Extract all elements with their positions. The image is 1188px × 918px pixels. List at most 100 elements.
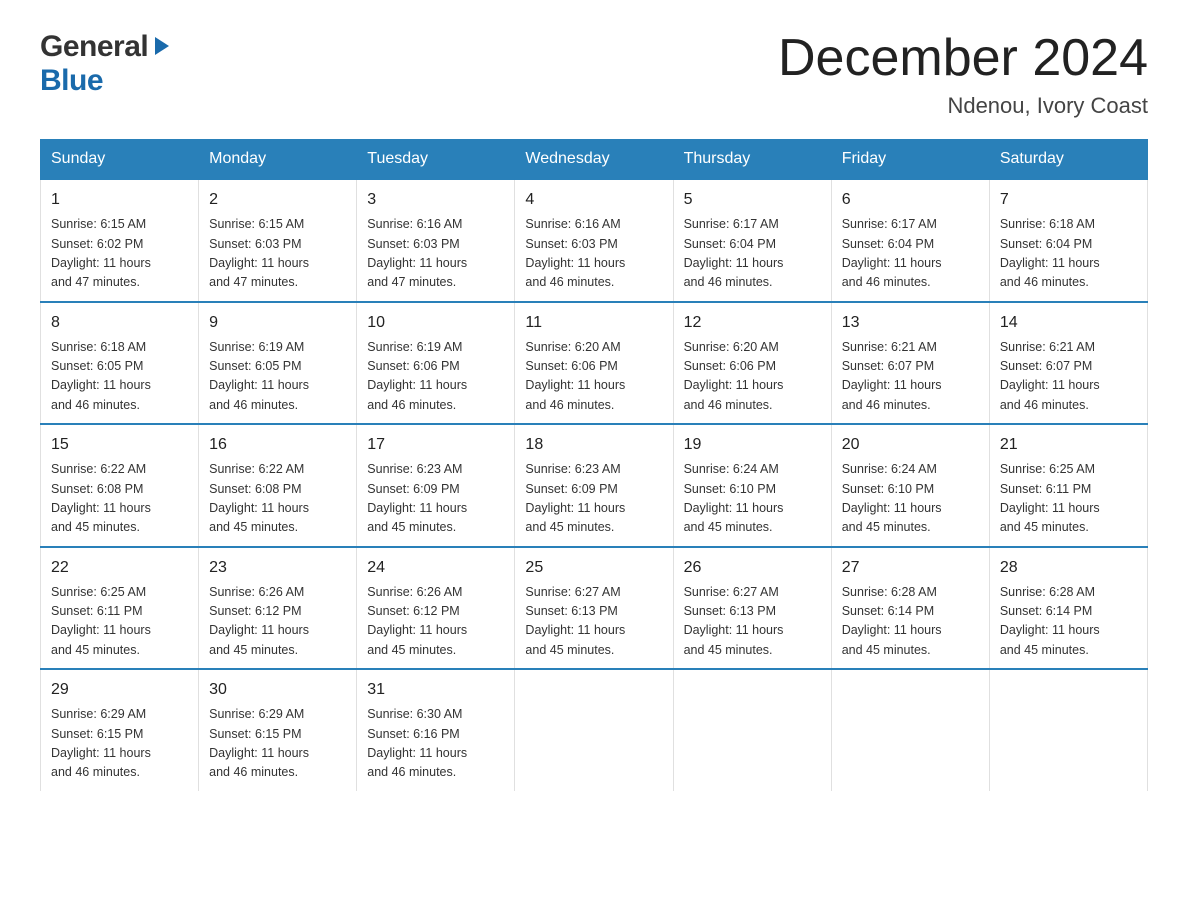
calendar-cell: 24 Sunrise: 6:26 AMSunset: 6:12 PMDayligh… — [357, 547, 515, 670]
day-number: 2 — [209, 188, 346, 212]
calendar-cell — [515, 669, 673, 791]
page-header: General Blue December 2024 Ndenou, Ivory… — [40, 30, 1148, 119]
calendar-cell: 16 Sunrise: 6:22 AMSunset: 6:08 PMDayligh… — [199, 424, 357, 547]
day-info: Sunrise: 6:19 AMSunset: 6:05 PMDaylight:… — [209, 338, 346, 416]
calendar-cell: 6 Sunrise: 6:17 AMSunset: 6:04 PMDaylight… — [831, 179, 989, 302]
calendar-cell: 31 Sunrise: 6:30 AMSunset: 6:16 PMDayligh… — [357, 669, 515, 791]
day-info: Sunrise: 6:27 AMSunset: 6:13 PMDaylight:… — [684, 583, 821, 661]
day-info: Sunrise: 6:15 AMSunset: 6:02 PMDaylight:… — [51, 215, 188, 293]
day-number: 18 — [525, 433, 662, 457]
day-info: Sunrise: 6:16 AMSunset: 6:03 PMDaylight:… — [525, 215, 662, 293]
day-number: 8 — [51, 311, 188, 335]
day-info: Sunrise: 6:29 AMSunset: 6:15 PMDaylight:… — [209, 705, 346, 783]
calendar-cell: 1 Sunrise: 6:15 AMSunset: 6:02 PMDaylight… — [41, 179, 199, 302]
day-number: 23 — [209, 556, 346, 580]
day-info: Sunrise: 6:22 AMSunset: 6:08 PMDaylight:… — [209, 460, 346, 538]
col-header-sunday: Sunday — [41, 140, 199, 180]
calendar-cell: 11 Sunrise: 6:20 AMSunset: 6:06 PMDayligh… — [515, 302, 673, 425]
col-header-wednesday: Wednesday — [515, 140, 673, 180]
day-number: 1 — [51, 188, 188, 212]
day-info: Sunrise: 6:28 AMSunset: 6:14 PMDaylight:… — [1000, 583, 1137, 661]
day-number: 9 — [209, 311, 346, 335]
day-number: 25 — [525, 556, 662, 580]
col-header-saturday: Saturday — [989, 140, 1147, 180]
col-header-friday: Friday — [831, 140, 989, 180]
day-info: Sunrise: 6:27 AMSunset: 6:13 PMDaylight:… — [525, 583, 662, 661]
day-number: 31 — [367, 678, 504, 702]
calendar-cell: 12 Sunrise: 6:20 AMSunset: 6:06 PMDayligh… — [673, 302, 831, 425]
day-number: 28 — [1000, 556, 1137, 580]
day-info: Sunrise: 6:25 AMSunset: 6:11 PMDaylight:… — [51, 583, 188, 661]
day-number: 16 — [209, 433, 346, 457]
calendar-cell: 18 Sunrise: 6:23 AMSunset: 6:09 PMDayligh… — [515, 424, 673, 547]
day-info: Sunrise: 6:20 AMSunset: 6:06 PMDaylight:… — [684, 338, 821, 416]
day-number: 10 — [367, 311, 504, 335]
day-number: 14 — [1000, 311, 1137, 335]
day-info: Sunrise: 6:30 AMSunset: 6:16 PMDaylight:… — [367, 705, 504, 783]
day-info: Sunrise: 6:18 AMSunset: 6:05 PMDaylight:… — [51, 338, 188, 416]
day-info: Sunrise: 6:21 AMSunset: 6:07 PMDaylight:… — [1000, 338, 1137, 416]
calendar-cell: 25 Sunrise: 6:27 AMSunset: 6:13 PMDayligh… — [515, 547, 673, 670]
day-number: 30 — [209, 678, 346, 702]
logo-blue: Blue — [40, 64, 103, 97]
calendar-cell: 5 Sunrise: 6:17 AMSunset: 6:04 PMDaylight… — [673, 179, 831, 302]
day-info: Sunrise: 6:22 AMSunset: 6:08 PMDaylight:… — [51, 460, 188, 538]
day-info: Sunrise: 6:25 AMSunset: 6:11 PMDaylight:… — [1000, 460, 1137, 538]
calendar-cell: 3Sunrise: 6:16 AMSunset: 6:03 PMDaylight… — [357, 179, 515, 302]
month-title: December 2024 — [778, 30, 1148, 87]
day-info: Sunrise: 6:24 AMSunset: 6:10 PMDaylight:… — [684, 460, 821, 538]
calendar-cell: 10 Sunrise: 6:19 AMSunset: 6:06 PMDayligh… — [357, 302, 515, 425]
calendar-cell — [831, 669, 989, 791]
day-info: Sunrise: 6:26 AMSunset: 6:12 PMDaylight:… — [367, 583, 504, 661]
day-number: 7 — [1000, 188, 1137, 212]
calendar-cell: 13 Sunrise: 6:21 AMSunset: 6:07 PMDayligh… — [831, 302, 989, 425]
col-header-monday: Monday — [199, 140, 357, 180]
calendar-cell: 17 Sunrise: 6:23 AMSunset: 6:09 PMDayligh… — [357, 424, 515, 547]
calendar-cell: 19 Sunrise: 6:24 AMSunset: 6:10 PMDayligh… — [673, 424, 831, 547]
logo: General Blue — [40, 30, 173, 98]
day-number: 11 — [525, 311, 662, 335]
calendar-cell — [673, 669, 831, 791]
day-number: 6 — [842, 188, 979, 212]
title-section: December 2024 Ndenou, Ivory Coast — [778, 30, 1148, 119]
day-number: 5 — [684, 188, 821, 212]
day-info: Sunrise: 6:23 AMSunset: 6:09 PMDaylight:… — [525, 460, 662, 538]
day-info: Sunrise: 6:18 AMSunset: 6:04 PMDaylight:… — [1000, 215, 1137, 293]
day-number: 4 — [525, 188, 662, 212]
calendar-cell: 15 Sunrise: 6:22 AMSunset: 6:08 PMDayligh… — [41, 424, 199, 547]
location: Ndenou, Ivory Coast — [778, 93, 1148, 119]
calendar-cell: 30 Sunrise: 6:29 AMSunset: 6:15 PMDayligh… — [199, 669, 357, 791]
day-number: 17 — [367, 433, 504, 457]
day-number: 15 — [51, 433, 188, 457]
day-number: 29 — [51, 678, 188, 702]
day-info: Sunrise: 6:20 AMSunset: 6:06 PMDaylight:… — [525, 338, 662, 416]
day-info: Sunrise: 6:26 AMSunset: 6:12 PMDaylight:… — [209, 583, 346, 661]
day-info: Sunrise: 6:28 AMSunset: 6:14 PMDaylight:… — [842, 583, 979, 661]
day-info: Sunrise: 6:17 AMSunset: 6:04 PMDaylight:… — [842, 215, 979, 293]
calendar-cell: 2Sunrise: 6:15 AMSunset: 6:03 PMDaylight… — [199, 179, 357, 302]
calendar-cell: 23 Sunrise: 6:26 AMSunset: 6:12 PMDayligh… — [199, 547, 357, 670]
day-number: 27 — [842, 556, 979, 580]
day-number: 26 — [684, 556, 821, 580]
day-info: Sunrise: 6:23 AMSunset: 6:09 PMDaylight:… — [367, 460, 504, 538]
calendar-cell: 4 Sunrise: 6:16 AMSunset: 6:03 PMDaylight… — [515, 179, 673, 302]
day-info: Sunrise: 6:21 AMSunset: 6:07 PMDaylight:… — [842, 338, 979, 416]
calendar-cell: 26 Sunrise: 6:27 AMSunset: 6:13 PMDayligh… — [673, 547, 831, 670]
calendar-cell — [989, 669, 1147, 791]
day-number: 12 — [684, 311, 821, 335]
day-number: 19 — [684, 433, 821, 457]
day-info: Sunrise: 6:29 AMSunset: 6:15 PMDaylight:… — [51, 705, 188, 783]
calendar-cell: 22 Sunrise: 6:25 AMSunset: 6:11 PMDayligh… — [41, 547, 199, 670]
day-number: 13 — [842, 311, 979, 335]
day-info: Sunrise: 6:24 AMSunset: 6:10 PMDaylight:… — [842, 460, 979, 538]
day-info: Sunrise: 6:16 AMSunset: 6:03 PMDaylight:… — [367, 215, 504, 293]
col-header-tuesday: Tuesday — [357, 140, 515, 180]
day-info: Sunrise: 6:19 AMSunset: 6:06 PMDaylight:… — [367, 338, 504, 416]
calendar-cell: 9 Sunrise: 6:19 AMSunset: 6:05 PMDaylight… — [199, 302, 357, 425]
calendar-cell: 8 Sunrise: 6:18 AMSunset: 6:05 PMDaylight… — [41, 302, 199, 425]
day-info: Sunrise: 6:17 AMSunset: 6:04 PMDaylight:… — [684, 215, 821, 293]
day-number: 24 — [367, 556, 504, 580]
calendar-cell: 27 Sunrise: 6:28 AMSunset: 6:14 PMDayligh… — [831, 547, 989, 670]
calendar-cell: 7 Sunrise: 6:18 AMSunset: 6:04 PMDaylight… — [989, 179, 1147, 302]
day-number: 22 — [51, 556, 188, 580]
